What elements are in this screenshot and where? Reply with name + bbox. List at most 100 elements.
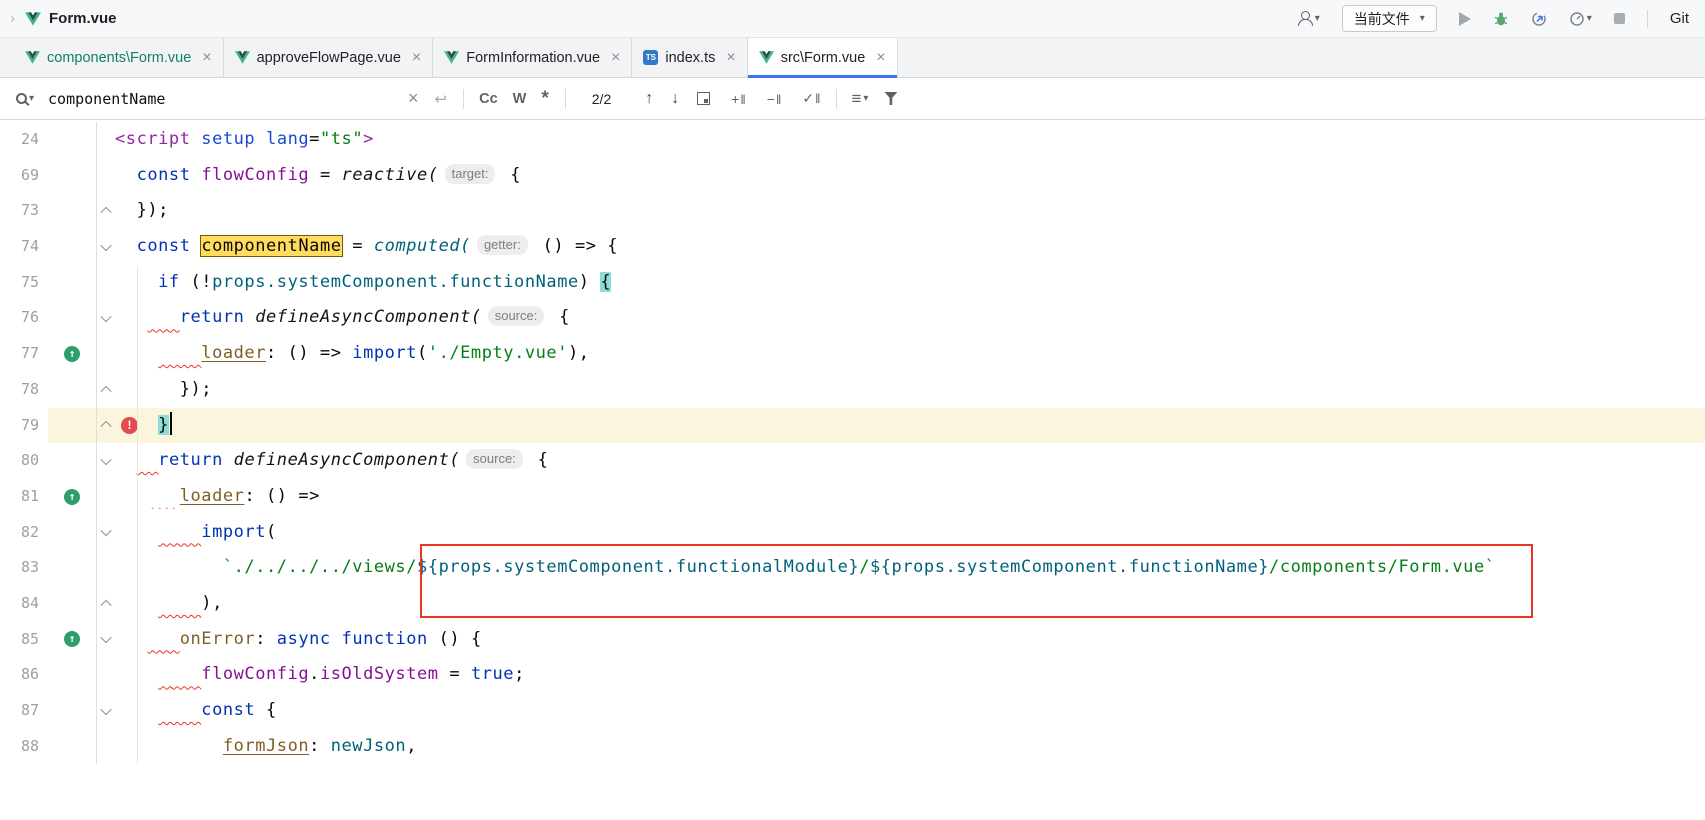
clear-search-icon[interactable]: × — [408, 88, 419, 109]
line-number[interactable]: 69 — [0, 158, 48, 194]
next-match-icon[interactable]: ↓ — [671, 90, 679, 108]
code-with-me-button[interactable]: ▾ — [1297, 11, 1320, 26]
remove-occurrence-icon[interactable]: −‖ — [767, 91, 782, 107]
code-line[interactable]: if (!props.systemComponent.functionName)… — [115, 265, 1705, 301]
tab-forminformation-vue[interactable]: FormInformation.vue× — [433, 38, 632, 77]
fold-down-icon[interactable] — [100, 311, 111, 322]
line-number[interactable]: 86 — [0, 657, 48, 693]
select-all-occurrences-icon[interactable]: ✓‖ — [802, 90, 820, 107]
line-number[interactable]: 81 — [0, 479, 48, 515]
fold-down-icon[interactable] — [100, 525, 111, 536]
close-tab-icon[interactable]: × — [876, 50, 885, 66]
code-line[interactable]: loader: () => — [115, 479, 1705, 515]
error-icon[interactable]: ! — [121, 417, 138, 434]
code-line[interactable]: const componentName = computed(getter: (… — [115, 229, 1705, 265]
code-line[interactable]: flowConfig.isOldSystem = true; — [115, 657, 1705, 693]
tab-src-form-vue[interactable]: src\Form.vue× — [748, 38, 898, 77]
search-icon[interactable] — [16, 93, 27, 104]
gutter-arrow-icon[interactable]: ↑ — [64, 631, 80, 647]
code-segment — [115, 593, 158, 613]
open-in-find-window-icon[interactable] — [697, 92, 710, 105]
fold-up-icon[interactable] — [100, 385, 111, 396]
line-number[interactable]: 73 — [0, 193, 48, 229]
code-line[interactable]: ), — [115, 586, 1705, 622]
code-line[interactable]: onError: async function () { — [115, 622, 1705, 658]
code-segment — [115, 736, 223, 756]
code-line[interactable]: formJson: newJson, — [115, 729, 1705, 765]
code-line[interactable]: import( — [115, 515, 1705, 551]
gutter-arrow-icon[interactable]: ↑ — [64, 346, 80, 362]
line-number[interactable]: 79 — [0, 408, 48, 444]
regex-toggle[interactable]: * — [541, 94, 548, 104]
line-number[interactable]: 83 — [0, 550, 48, 586]
fold-down-icon[interactable] — [100, 240, 111, 251]
newline-icon[interactable]: ↩ — [435, 90, 448, 108]
fold-down-icon[interactable] — [100, 704, 111, 715]
tab-components-form-vue[interactable]: components\Form.vue× — [14, 38, 224, 77]
fold-up-icon[interactable] — [100, 600, 111, 611]
close-tab-icon[interactable]: × — [412, 50, 421, 66]
code-segment: () { — [428, 629, 482, 649]
fold-column — [96, 443, 115, 479]
line-number[interactable]: 85 — [0, 622, 48, 658]
tab-index-ts[interactable]: TSindex.ts× — [632, 38, 747, 77]
match-case-toggle[interactable]: Cc — [479, 91, 498, 107]
line-number[interactable]: 82 — [0, 515, 48, 551]
code-line[interactable]: }); — [115, 372, 1705, 408]
code-segment: if — [158, 272, 180, 292]
code-line[interactable]: <script setup lang="ts"> — [115, 122, 1705, 158]
code-line[interactable]: const { — [115, 693, 1705, 729]
close-tab-icon[interactable]: × — [611, 50, 620, 66]
search-options-icon[interactable]: ≡▾ — [851, 89, 868, 109]
line-number[interactable]: 77 — [0, 336, 48, 372]
profiler-button[interactable]: ▾ — [1569, 11, 1592, 27]
code-segment: props.systemComponent.functionName — [212, 272, 579, 292]
fold-down-icon[interactable] — [100, 454, 111, 465]
fold-up-icon[interactable] — [100, 207, 111, 218]
line-number[interactable]: 78 — [0, 372, 48, 408]
line-number[interactable]: 75 — [0, 265, 48, 301]
stop-button[interactable] — [1614, 13, 1625, 24]
close-tab-icon[interactable]: × — [726, 50, 735, 66]
coverage-button[interactable] — [1531, 11, 1547, 27]
gutter-arrow-icon[interactable]: ↑ — [64, 489, 80, 505]
code-line[interactable]: loader: () => import('./Empty.vue'), — [115, 336, 1705, 372]
code-editor[interactable]: 24 <script setup lang="ts"> 69 const flowC… — [0, 120, 1705, 820]
line-number[interactable]: 80 — [0, 443, 48, 479]
debug-button[interactable] — [1493, 11, 1509, 27]
search-history-chevron-icon[interactable]: ▾ — [29, 93, 34, 104]
code-segment: : — [309, 736, 331, 756]
close-tab-icon[interactable]: × — [202, 50, 211, 66]
run-configuration-selector[interactable]: 当前文件 ▾ — [1342, 5, 1437, 32]
code-line[interactable]: return defineAsyncComponent(source: { — [115, 443, 1705, 479]
previous-match-icon[interactable]: ↑ — [645, 90, 653, 108]
run-button[interactable] — [1459, 12, 1471, 26]
fold-down-icon[interactable] — [100, 632, 111, 643]
line-number[interactable]: 84 — [0, 586, 48, 622]
gutter-icon-column — [48, 265, 96, 301]
line-number[interactable]: 87 — [0, 693, 48, 729]
code-segment — [158, 343, 201, 363]
code-line[interactable]: }); — [115, 193, 1705, 229]
editor-tabs: components\Form.vue×approveFlowPage.vue×… — [0, 38, 1705, 78]
code-segment — [191, 129, 202, 149]
line-number[interactable]: 76 — [0, 300, 48, 336]
filter-icon[interactable] — [884, 92, 897, 105]
whole-words-toggle[interactable]: W — [513, 91, 527, 107]
gutter-icon-column — [48, 443, 96, 479]
code-line[interactable]: return defineAsyncComponent(source: { — [115, 300, 1705, 336]
line-number[interactable]: 24 — [0, 122, 48, 158]
search-input[interactable]: componentName — [48, 90, 408, 108]
gutter-icon-column — [48, 515, 96, 551]
gutter-icon-column — [48, 693, 96, 729]
fold-up-icon[interactable] — [100, 421, 111, 432]
code-line[interactable]: `./../../../views/${props.systemComponen… — [115, 550, 1705, 586]
line-number[interactable]: 74 — [0, 229, 48, 265]
code-segment: "ts" — [320, 129, 363, 149]
line-number[interactable]: 88 — [0, 729, 48, 765]
add-occurrence-icon[interactable]: +‖ — [731, 91, 746, 107]
code-line[interactable]: const flowConfig = reactive(target: { — [115, 158, 1705, 194]
code-line[interactable]: } — [115, 408, 1705, 444]
tab-approveflowpage-vue[interactable]: approveFlowPage.vue× — [224, 38, 434, 77]
git-menu[interactable]: Git — [1670, 10, 1689, 27]
